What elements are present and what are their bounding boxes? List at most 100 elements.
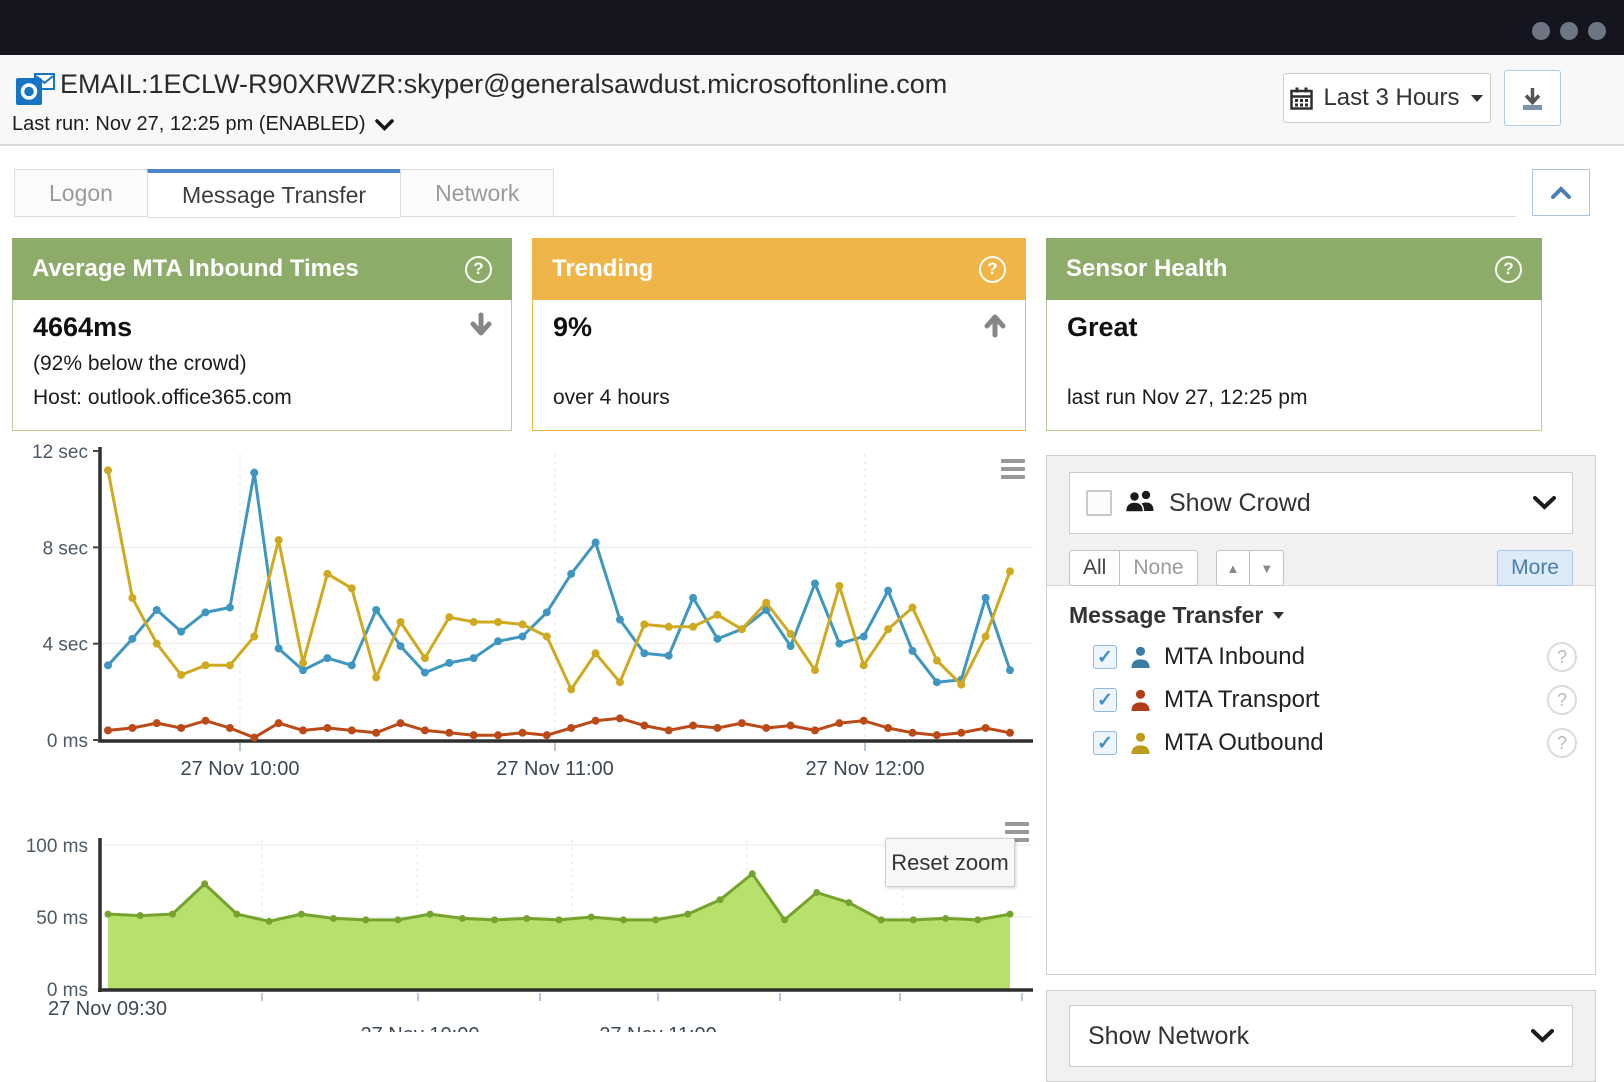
- card-title: Trending: [552, 255, 653, 283]
- person-icon: [1130, 732, 1151, 755]
- legend-series-list: Message Transfer ✓ MTA Inbound ? ✓ MTA T…: [1047, 586, 1595, 774]
- card-average-mta-inbound-times: Average MTA Inbound Times ? 4664ms (92% …: [12, 238, 512, 431]
- move-up-button[interactable]: ▲: [1216, 550, 1251, 586]
- card-subtext: over 4 hours: [553, 386, 670, 410]
- show-crowd-label: Show Crowd: [1169, 489, 1311, 518]
- svg-text:27 Nov 10:00: 27 Nov 10:00: [361, 1024, 480, 1032]
- window-titlebar: [0, 0, 1624, 55]
- help-icon[interactable]: ?: [979, 256, 1006, 283]
- sensor-title: EMAIL:1ECLW-R90XRWZR:skyper@generalsawdu…: [60, 69, 947, 100]
- chevron-up-icon: [1547, 182, 1575, 204]
- network-times-area-chart[interactable]: 100 ms50 ms0 ms27 Nov 09:3027 Nov 10:002…: [0, 810, 1035, 1032]
- svg-text:50 ms: 50 ms: [36, 908, 88, 929]
- group-label: Message Transfer: [1069, 602, 1263, 629]
- person-icon: [1130, 646, 1151, 669]
- reset-zoom-button[interactable]: Reset zoom: [885, 838, 1015, 887]
- help-icon[interactable]: ?: [1495, 256, 1522, 283]
- window-dot-icon[interactable]: [1588, 22, 1606, 40]
- legend-item-mta-inbound: ✓ MTA Inbound ?: [1093, 642, 1573, 672]
- help-icon[interactable]: ?: [1547, 728, 1577, 758]
- tab-logon[interactable]: Logon: [14, 169, 147, 217]
- tab-bar: Logon Message Transfer Network: [14, 169, 554, 218]
- tab-message-transfer[interactable]: Message Transfer: [147, 169, 400, 218]
- chevron-down-icon: [1531, 1029, 1554, 1043]
- download-icon: [1519, 85, 1546, 112]
- outlook-icon: [16, 71, 56, 114]
- trend-up-arrow-icon: [981, 312, 1009, 343]
- legend-panel: Show Crowd All None ▲ ▼ More Message Tra…: [1046, 455, 1596, 975]
- person-icon: [1130, 689, 1151, 712]
- last-run-status[interactable]: Last run: Nov 27, 12:25 pm (ENABLED): [12, 113, 394, 136]
- crowd-people-icon: [1125, 488, 1156, 518]
- series-label: MTA Transport: [1164, 686, 1320, 714]
- svg-text:8 sec: 8 sec: [43, 538, 88, 559]
- card-title: Average MTA Inbound Times: [32, 255, 359, 283]
- more-button[interactable]: More: [1497, 550, 1573, 586]
- tab-network[interactable]: Network: [400, 169, 554, 217]
- show-crowd-toggle[interactable]: Show Crowd: [1069, 472, 1573, 534]
- download-button[interactable]: [1504, 70, 1561, 126]
- time-range-button[interactable]: Last 3 Hours: [1283, 73, 1491, 123]
- legend-item-mta-transport: ✓ MTA Transport ?: [1093, 685, 1573, 715]
- caret-down-icon: [1470, 94, 1484, 103]
- legend-item-mta-outbound: ✓ MTA Outbound ?: [1093, 728, 1573, 758]
- show-network-toggle[interactable]: Show Network: [1069, 1005, 1573, 1067]
- svg-text:100 ms: 100 ms: [26, 836, 88, 857]
- svg-text:27 Nov 10:00: 27 Nov 10:00: [181, 758, 300, 780]
- card-value: 9%: [553, 312, 592, 343]
- card-title: Sensor Health: [1066, 255, 1227, 283]
- card-body: 4664ms (92% below the crowd) Host: outlo…: [12, 300, 512, 431]
- series-label: MTA Inbound: [1164, 643, 1305, 671]
- card-body: Great last run Nov 27, 12:25 pm: [1046, 300, 1542, 431]
- card-value: 4664ms: [33, 312, 132, 343]
- trend-down-arrow-icon: [467, 312, 495, 343]
- help-icon[interactable]: ?: [1547, 642, 1577, 672]
- network-legend-panel: Show Network: [1046, 990, 1596, 1082]
- svg-text:27 Nov 09:30: 27 Nov 09:30: [48, 998, 167, 1020]
- series-checkbox[interactable]: ✓: [1093, 688, 1117, 712]
- legend-buttons-row: All None ▲ ▼ More: [1069, 550, 1573, 586]
- svg-text:0 ms: 0 ms: [47, 731, 88, 752]
- message-transfer-group-header[interactable]: Message Transfer: [1069, 602, 1573, 629]
- show-crowd-checkbox[interactable]: [1086, 490, 1112, 516]
- series-label: MTA Outbound: [1164, 729, 1324, 757]
- chevron-down-icon: [1533, 496, 1556, 510]
- svg-text:4 sec: 4 sec: [43, 635, 88, 656]
- select-none-button[interactable]: None: [1120, 550, 1197, 586]
- card-subtext: last run Nov 27, 12:25 pm: [1067, 386, 1307, 410]
- card-value: Great: [1067, 312, 1138, 343]
- svg-text:27 Nov 11:00: 27 Nov 11:00: [599, 1024, 717, 1032]
- card-trending: Trending ? 9% over 4 hours: [532, 238, 1026, 431]
- calendar-icon: [1290, 87, 1313, 110]
- select-all-button[interactable]: All: [1069, 550, 1120, 586]
- card-sensor-health: Sensor Health ? Great last run Nov 27, 1…: [1046, 238, 1542, 431]
- app-header: EMAIL:1ECLW-R90XRWZR:skyper@generalsawdu…: [0, 55, 1624, 146]
- svg-text:27 Nov 11:00: 27 Nov 11:00: [496, 758, 614, 780]
- card-subtext: (92% below the crowd): [33, 352, 247, 376]
- series-network[interactable]: [105, 870, 1014, 989]
- svg-text:27 Nov 12:00: 27 Nov 12:00: [806, 758, 925, 780]
- help-icon[interactable]: ?: [1547, 685, 1577, 715]
- card-header: Trending ?: [532, 238, 1026, 300]
- legend-panel-controls: Show Crowd All None ▲ ▼ More: [1047, 456, 1595, 586]
- card-header: Sensor Health ?: [1046, 238, 1542, 300]
- svg-text:12 sec: 12 sec: [32, 442, 88, 463]
- card-subtext: Host: outlook.office365.com: [33, 386, 292, 410]
- window-dot-icon[interactable]: [1532, 22, 1550, 40]
- caret-down-icon: [1272, 611, 1285, 620]
- time-range-label: Last 3 Hours: [1323, 84, 1459, 112]
- series-checkbox[interactable]: ✓: [1093, 645, 1117, 669]
- mta-times-line-chart[interactable]: 12 sec 8 sec 4 sec 0 ms 27 Nov 10:00 27 Nov 1…: [0, 440, 1035, 800]
- last-run-text: Last run: Nov 27, 12:25 pm (ENABLED): [12, 113, 366, 136]
- chart-gridlines: [100, 454, 1033, 740]
- move-updown-group: ▲ ▼: [1216, 550, 1285, 586]
- window-menu-dots[interactable]: [1532, 22, 1606, 40]
- window-dot-icon[interactable]: [1560, 22, 1578, 40]
- series-checkbox[interactable]: ✓: [1093, 731, 1117, 755]
- card-body: 9% over 4 hours: [532, 300, 1026, 431]
- help-icon[interactable]: ?: [465, 256, 492, 283]
- collapse-panel-button[interactable]: [1532, 169, 1590, 216]
- chart-menu-icon[interactable]: [1001, 459, 1025, 479]
- move-down-button[interactable]: ▼: [1250, 550, 1284, 586]
- card-header: Average MTA Inbound Times ?: [12, 238, 512, 300]
